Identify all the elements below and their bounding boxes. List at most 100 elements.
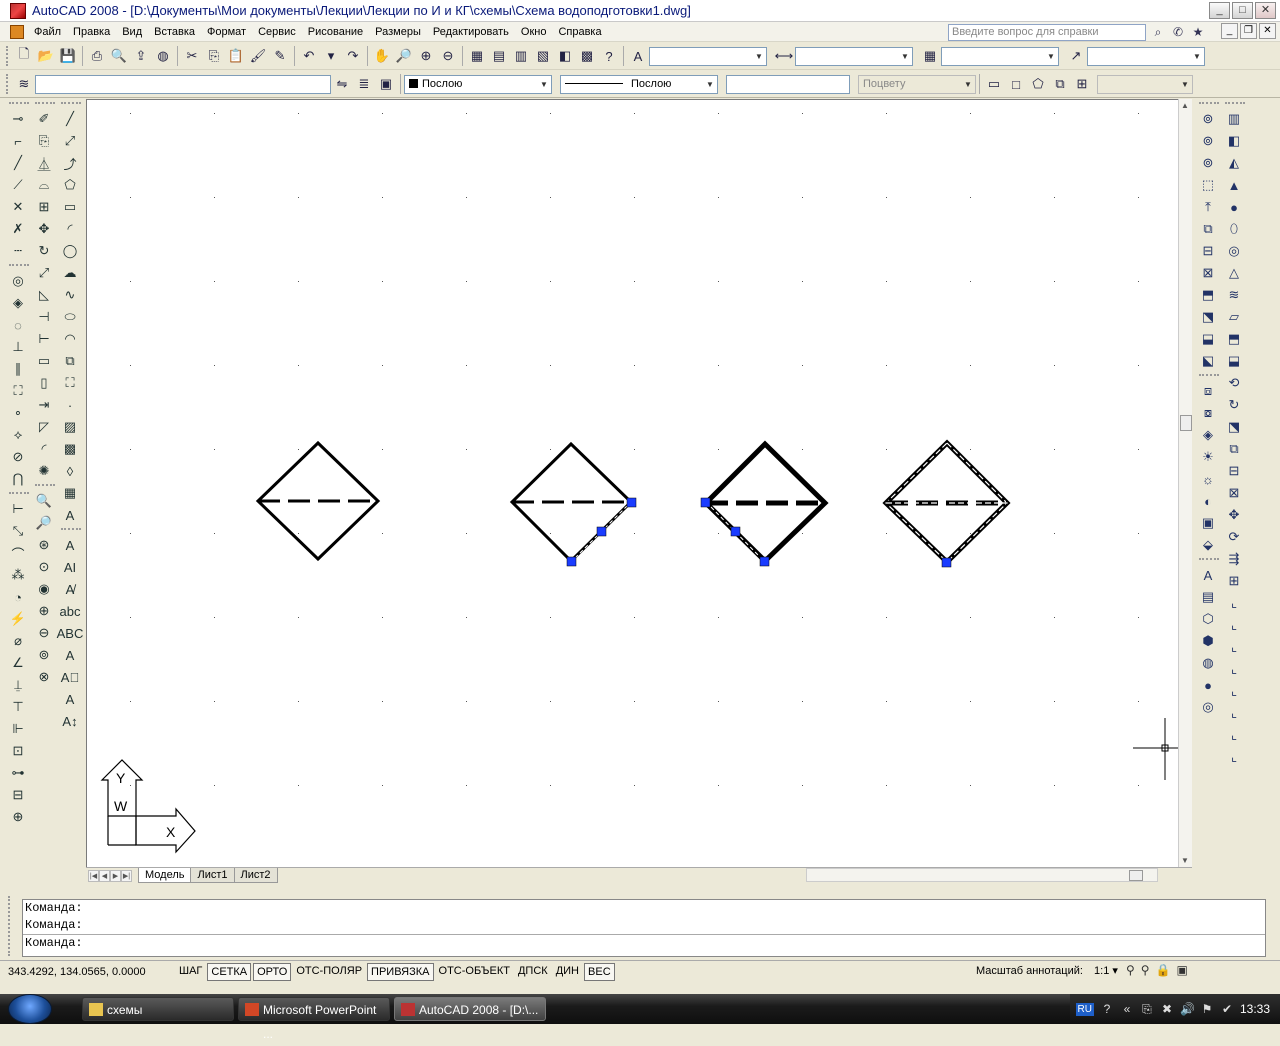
communication-center-icon[interactable]: ✆: [1170, 24, 1186, 40]
layer-states-icon[interactable]: ▣: [375, 73, 397, 95]
convert-space-icon[interactable]: A↕: [58, 710, 82, 732]
justify-text-icon[interactable]: A: [58, 688, 82, 710]
last-tab-icon[interactable]: ▶|: [121, 869, 132, 882]
ucs-face-icon[interactable]: ⌞: [1222, 746, 1246, 768]
cut-icon[interactable]: ✂: [181, 45, 203, 67]
conceptual-icon[interactable]: ●: [1196, 674, 1220, 696]
table-icon[interactable]: ▦: [58, 482, 82, 504]
multileader-style-icon[interactable]: ↗: [1065, 45, 1087, 67]
zoom-out-icon[interactable]: ⊖: [32, 622, 56, 644]
open-icon[interactable]: 📂: [35, 45, 57, 67]
zoom-window-side-icon[interactable]: 🔍: [32, 490, 56, 512]
annotation-scale-value[interactable]: 1:1: [1094, 965, 1109, 977]
zoom-scale-icon[interactable]: ⊛: [32, 534, 56, 556]
menu-help[interactable]: Справка: [552, 26, 607, 38]
publish-icon[interactable]: ⇪: [130, 45, 152, 67]
revolve-icon[interactable]: ↻: [1222, 394, 1246, 416]
spelling-icon[interactable]: ABC: [57, 622, 84, 644]
wedge-icon[interactable]: ◭: [1222, 152, 1246, 174]
menu-tools[interactable]: Сервис: [252, 26, 302, 38]
design-center-icon[interactable]: ▤: [488, 45, 510, 67]
clip-viewport-icon[interactable]: ⊞: [1071, 73, 1093, 95]
grip-handle[interactable]: [730, 526, 741, 537]
tab-layout2[interactable]: Лист2: [233, 868, 278, 883]
text-style-icon[interactable]: A: [627, 45, 649, 67]
circle-icon[interactable]: ◯: [58, 240, 82, 262]
dim-style-dropdown[interactable]: ▼: [795, 46, 913, 66]
snap-toggle[interactable]: ШАГ: [176, 963, 205, 981]
layer-previous-icon[interactable]: ≣: [353, 73, 375, 95]
tolerance-icon[interactable]: ⊟: [6, 784, 30, 806]
dim-jogged-icon[interactable]: ⚡: [6, 608, 30, 630]
ucs-previous-icon[interactable]: ⌞: [1222, 636, 1246, 658]
update-icon[interactable]: ✔: [1220, 1002, 1234, 1016]
dim-linear-icon[interactable]: ⊢: [6, 498, 30, 520]
grip-handle[interactable]: [566, 556, 577, 567]
menu-insert[interactable]: Вставка: [148, 26, 201, 38]
loft-icon[interactable]: ⬔: [1222, 416, 1246, 438]
start-button[interactable]: [8, 994, 52, 1024]
extrude-solid-icon[interactable]: ⬒: [1222, 328, 1246, 350]
menu-format[interactable]: Формат: [201, 26, 252, 38]
3d-move-icon[interactable]: ✥: [1222, 504, 1246, 526]
ortho-toggle[interactable]: ОРТО: [253, 963, 292, 981]
intersect-icon[interactable]: ⊠: [1196, 262, 1220, 284]
materials-icon[interactable]: ◐: [1196, 490, 1220, 512]
ellipse-arc-icon[interactable]: ◠: [58, 328, 82, 350]
document-icon[interactable]: [10, 24, 24, 39]
make-current-layer-icon[interactable]: ⇋: [331, 73, 353, 95]
pan-icon[interactable]: ✋: [371, 45, 393, 67]
dim-baseline-icon[interactable]: ⊤: [6, 696, 30, 718]
polar-toggle[interactable]: ОТС-ПОЛЯР: [293, 963, 365, 981]
chamfer-icon[interactable]: ◸: [32, 416, 56, 438]
undo-dropdown-icon[interactable]: ▾: [320, 45, 342, 67]
menu-edit[interactable]: Правка: [67, 26, 116, 38]
grip-handle[interactable]: [626, 497, 637, 508]
snap-midpoint-icon[interactable]: ⟋: [6, 174, 30, 196]
chevron-down-icon[interactable]: ▾: [1109, 965, 1118, 977]
table-style-icon[interactable]: ▦: [919, 45, 941, 67]
zoom-previous-icon[interactable]: ⊖: [437, 45, 459, 67]
grip-handle[interactable]: [941, 557, 952, 568]
save-icon[interactable]: 💾: [57, 45, 79, 67]
antivirus-icon[interactable]: ✖: [1160, 1002, 1174, 1016]
scale-icon[interactable]: ⤢: [32, 262, 56, 284]
diamond-symbol-selected[interactable]: [509, 441, 634, 564]
free-orbit-icon[interactable]: ⊚: [1196, 130, 1220, 152]
polyline-icon[interactable]: ⤴: [58, 152, 82, 174]
doc-minimize-button[interactable]: _: [1221, 23, 1238, 39]
undo-icon[interactable]: ↶: [298, 45, 320, 67]
block-editor-icon[interactable]: ✎: [269, 45, 291, 67]
zoom-in-icon[interactable]: ⊕: [32, 600, 56, 622]
fillet-icon[interactable]: ◜: [32, 438, 56, 460]
single-line-text-icon[interactable]: AI: [58, 556, 82, 578]
menu-draw[interactable]: Рисование: [302, 26, 369, 38]
dim-continue-icon[interactable]: ⊩: [6, 718, 30, 740]
diamond-symbol-double[interactable]: [882, 439, 1011, 566]
camera-icon[interactable]: ⧈: [1196, 380, 1220, 402]
cylinder-icon[interactable]: ⬯: [1222, 218, 1246, 240]
tool-palettes-icon[interactable]: ▥: [510, 45, 532, 67]
toolbar-grip[interactable]: [6, 74, 9, 94]
snap-center-icon[interactable]: ◎: [6, 270, 30, 292]
text-style-dropdown[interactable]: ▼: [649, 46, 767, 66]
dim-style-icon[interactable]: ⟷: [773, 45, 795, 67]
multiline-text-icon[interactable]: A: [58, 504, 82, 526]
viewport-icon[interactable]: ▭: [983, 73, 1005, 95]
hatch-icon[interactable]: ▨: [58, 416, 82, 438]
maximize-button[interactable]: □: [1232, 2, 1253, 19]
slice-icon[interactable]: ⬔: [1196, 306, 1220, 328]
text-icon[interactable]: A: [58, 534, 82, 556]
zoom-extents-icon[interactable]: ⊗: [32, 666, 56, 688]
continuous-orbit-icon[interactable]: ⊚: [1196, 152, 1220, 174]
horizontal-scrollbar[interactable]: [806, 868, 1158, 882]
copy-object-icon[interactable]: ⎘: [32, 130, 56, 152]
point-icon[interactable]: ·: [58, 394, 82, 416]
wireframe-icon[interactable]: ⬡: [1196, 608, 1220, 630]
command-input[interactable]: Команда:: [23, 934, 1265, 951]
model-space-canvas[interactable]: Y W X: [86, 99, 1178, 867]
snap-tangent-icon[interactable]: ◌: [6, 314, 30, 336]
dim-diameter-icon[interactable]: ⌀: [6, 630, 30, 652]
menu-file[interactable]: Файл: [28, 26, 67, 38]
lineweight-dropdown[interactable]: [726, 74, 850, 94]
